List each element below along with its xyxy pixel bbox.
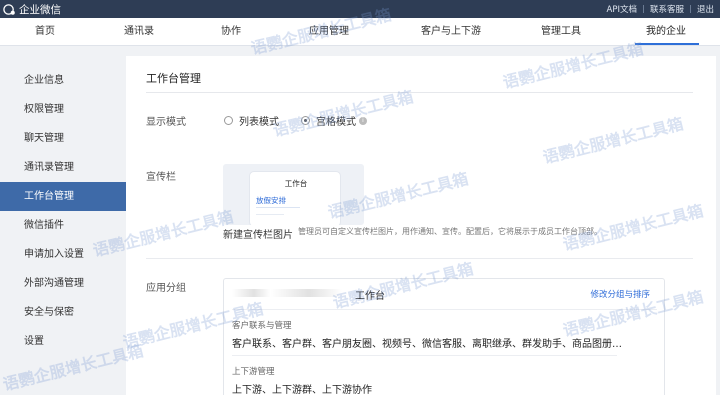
title-divider [146,92,693,93]
nav-my-company[interactable]: 我的企业 [646,18,686,46]
banner-preview-line [256,214,284,215]
workspace-name: 工作台 [355,291,385,302]
sidebar-item-security[interactable]: 安全与保密 [0,298,126,327]
banner-preview-title: 工作台 [284,179,308,188]
workbench-panel: 工作台管理 显示模式 列表模式 宫格模式 i 宣传栏 工作台 放假安排 新建宣传… [126,56,716,395]
grid-mode-radio[interactable]: 宫格模式 i [301,113,367,128]
sidebar-item-company-info[interactable]: 企业信息 [0,66,126,95]
display-mode-label: 显示模式 [146,117,186,128]
category-title: 客户联系与管理 [232,321,292,331]
nav-management-tools[interactable]: 管理工具 [541,18,581,46]
nav-home[interactable]: 首页 [35,18,55,46]
banner-preview-card: 工作台 放假安排 [249,171,341,225]
banner-hint: 管理员可自定义宣传栏图片，用作通知、宣传。配置后，它将展示于成员工作台顶部。 [298,227,602,236]
nav-contacts[interactable]: 通讯录 [124,18,154,46]
banner-preview-line [256,207,300,208]
grid-mode-label: 宫格模式 [316,117,356,128]
nav-active-indicator [635,43,699,45]
app-group-box: 工作台 修改分组与排序 客户联系与管理 客户联系、客户群、客户朋友圈、视频号、微… [223,278,665,395]
nav-app-management[interactable]: 应用管理 [309,18,349,46]
logout-link[interactable]: 退出 [691,3,720,15]
radio-circle[interactable] [224,116,233,125]
contact-support-link[interactable]: 联系客服 [644,3,690,15]
api-docs-link[interactable]: API文档 [601,3,643,15]
category-apps: 上下游、上下游群、上下游协作 [232,385,372,395]
nav-customers-partners[interactable]: 客户与上下游 [421,18,481,46]
list-mode-radio[interactable]: 列表模式 [224,113,279,128]
banner-preview-item: 放假安排 [256,196,286,205]
sidebar-item-wechat-plugin[interactable]: 微信插件 [0,211,126,240]
sidebar-item-permissions[interactable]: 权限管理 [0,95,126,124]
sidebar-item-chat[interactable]: 聊天管理 [0,124,126,153]
sidebar-item-contacts[interactable]: 通讯录管理 [0,153,126,182]
sidebar-item-settings[interactable]: 设置 [0,327,126,356]
sidebar: 企业信息 权限管理 聊天管理 通讯录管理 工作台管理 微信插件 申请加入设置 外… [0,46,126,395]
divider [232,355,617,356]
top-links: API文档 联系客服 退出 [601,0,720,18]
banner-label: 宣传栏 [146,172,176,183]
sidebar-item-join-settings[interactable]: 申请加入设置 [0,240,126,269]
divider [232,309,657,310]
banner-preview[interactable]: 工作台 放假安排 [223,164,364,225]
page-title: 工作台管理 [146,72,201,85]
main-nav: 首页 通讯录 协作 应用管理 客户与上下游 管理工具 我的企业 [0,18,720,46]
app-name: 企业微信 [19,3,61,16]
category-title: 上下游管理 [232,367,275,377]
redacted-text [232,289,342,297]
wecom-logo-icon [3,3,15,15]
list-mode-label: 列表模式 [239,117,279,128]
app-logo[interactable]: 企业微信 [3,2,61,16]
sidebar-item-external-communication[interactable]: 外部沟通管理 [0,269,126,298]
section-divider [146,258,693,259]
top-bar: 企业微信 API文档 联系客服 退出 [0,0,720,18]
radio-circle[interactable] [301,116,310,125]
new-banner-link[interactable]: 新建宣传栏图片 [223,226,293,241]
sidebar-item-workbench[interactable]: 工作台管理 [0,182,126,211]
app-group-label: 应用分组 [146,283,186,294]
edit-groups-link[interactable]: 修改分组与排序 [590,288,650,300]
info-icon[interactable]: i [359,116,367,125]
nav-collaboration[interactable]: 协作 [221,18,241,46]
category-apps: 客户联系、客户群、客户朋友圈、视频号、微信客服、离职继承、群发助手、商品图册、对… [232,339,622,350]
